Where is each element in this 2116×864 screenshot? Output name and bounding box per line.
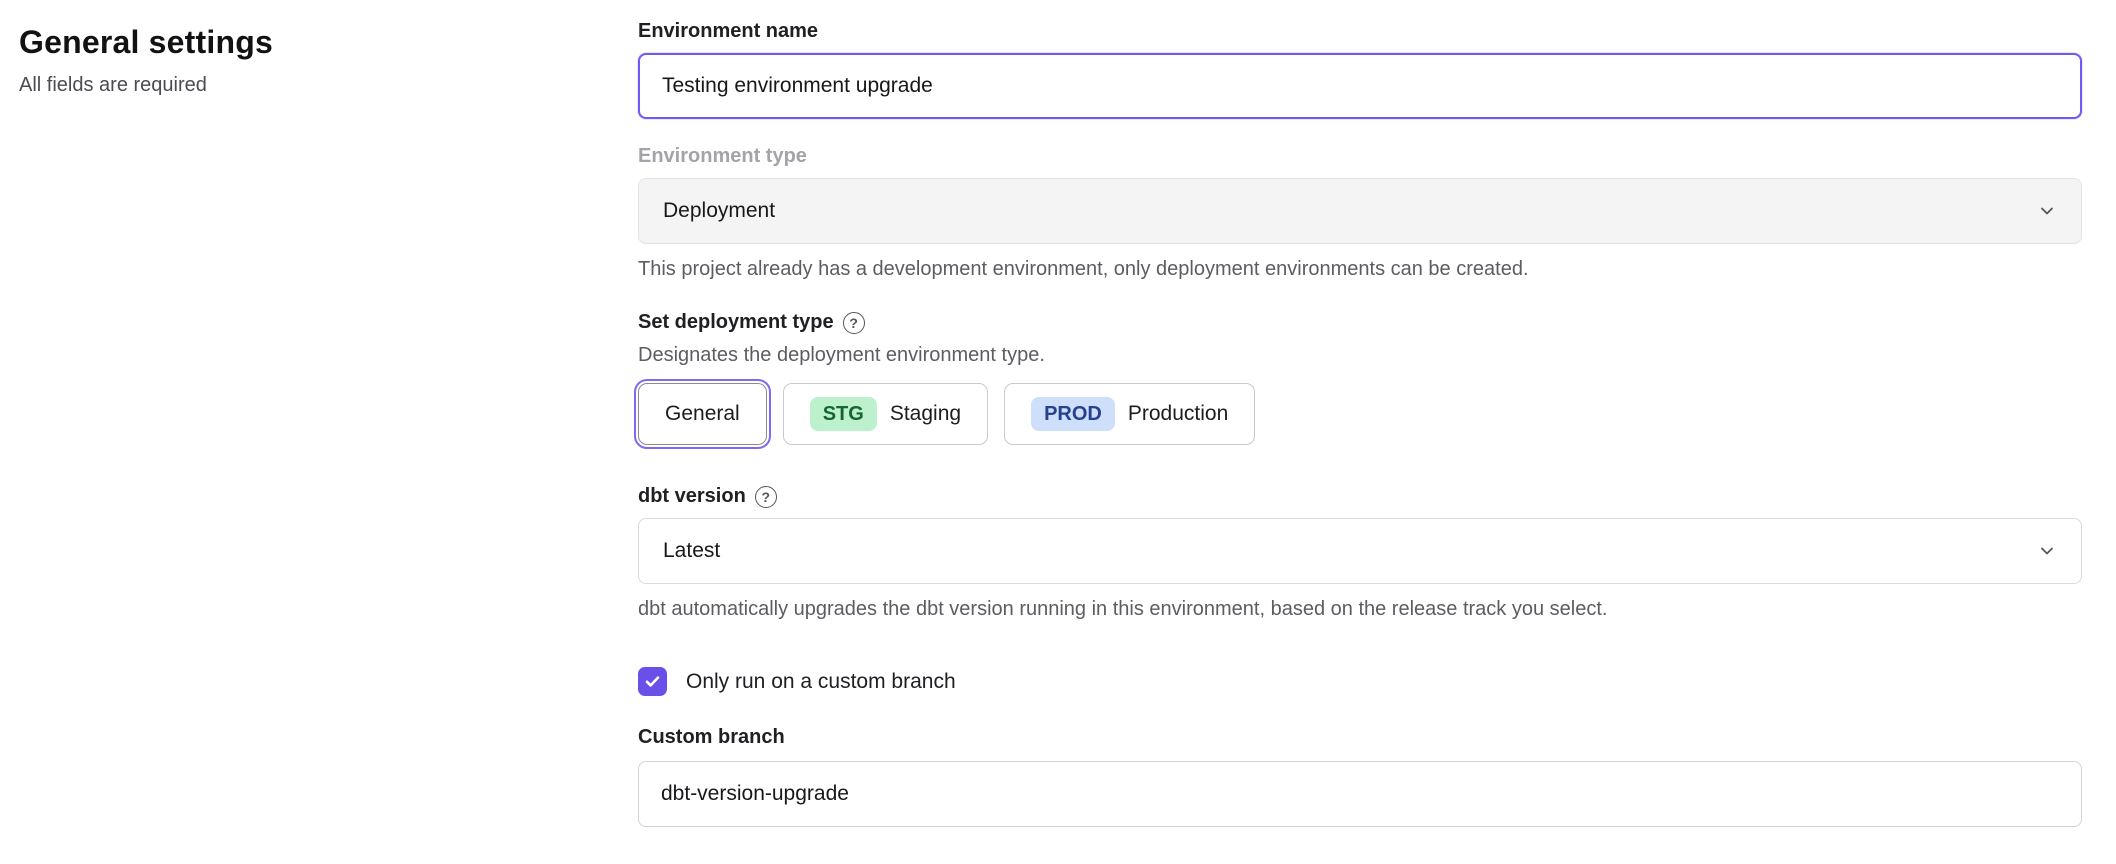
deployment-type-description: Designates the deployment environment ty… — [638, 344, 2082, 367]
environment-type-select[interactable]: Deployment — [638, 178, 2082, 244]
dbt-version-value: Latest — [663, 539, 720, 563]
help-icon[interactable]: ? — [843, 312, 865, 334]
deployment-type-general-label: General — [665, 402, 740, 426]
chevron-down-icon — [2037, 541, 2057, 561]
custom-branch-toggle-label: Only run on a custom branch — [686, 670, 956, 694]
dbt-version-select[interactable]: Latest — [638, 518, 2082, 584]
deployment-type-label: Set deployment type — [638, 311, 834, 334]
environment-type-label: Environment type — [638, 145, 2082, 168]
production-badge: PROD — [1031, 397, 1115, 431]
environment-type-help: This project already has a development e… — [638, 258, 2082, 281]
deployment-type-staging-label: Staging — [890, 402, 961, 426]
page-subtitle: All fields are required — [19, 74, 638, 97]
environment-name-input[interactable] — [638, 53, 2082, 119]
check-icon — [643, 672, 662, 691]
help-icon[interactable]: ? — [755, 486, 777, 508]
custom-branch-label: Custom branch — [638, 726, 2082, 749]
deployment-type-staging-button[interactable]: STG Staging — [783, 383, 988, 445]
chevron-down-icon — [2037, 201, 2057, 221]
environment-name-label: Environment name — [638, 20, 2082, 43]
custom-branch-input[interactable] — [638, 761, 2082, 827]
custom-branch-toggle-row: Only run on a custom branch — [638, 667, 2082, 696]
dbt-version-help: dbt automatically upgrades the dbt versi… — [638, 598, 2082, 621]
settings-page: General settings All fields are required… — [0, 0, 2116, 827]
staging-badge: STG — [810, 397, 877, 431]
page-title: General settings — [19, 24, 638, 61]
deployment-type-general-button[interactable]: General — [638, 383, 767, 445]
deployment-type-label-row: Set deployment type ? — [638, 311, 2082, 334]
dbt-version-label-row: dbt version ? — [638, 485, 2082, 508]
dbt-version-label: dbt version — [638, 485, 746, 508]
settings-form: Environment name Environment type Deploy… — [638, 20, 2082, 827]
deployment-type-production-button[interactable]: PROD Production — [1004, 383, 1255, 445]
custom-branch-checkbox[interactable] — [638, 667, 667, 696]
settings-header: General settings All fields are required — [19, 20, 638, 827]
environment-type-value: Deployment — [663, 199, 775, 223]
deployment-type-options: General STG Staging PROD Production — [638, 383, 2082, 445]
deployment-type-production-label: Production — [1128, 402, 1228, 426]
